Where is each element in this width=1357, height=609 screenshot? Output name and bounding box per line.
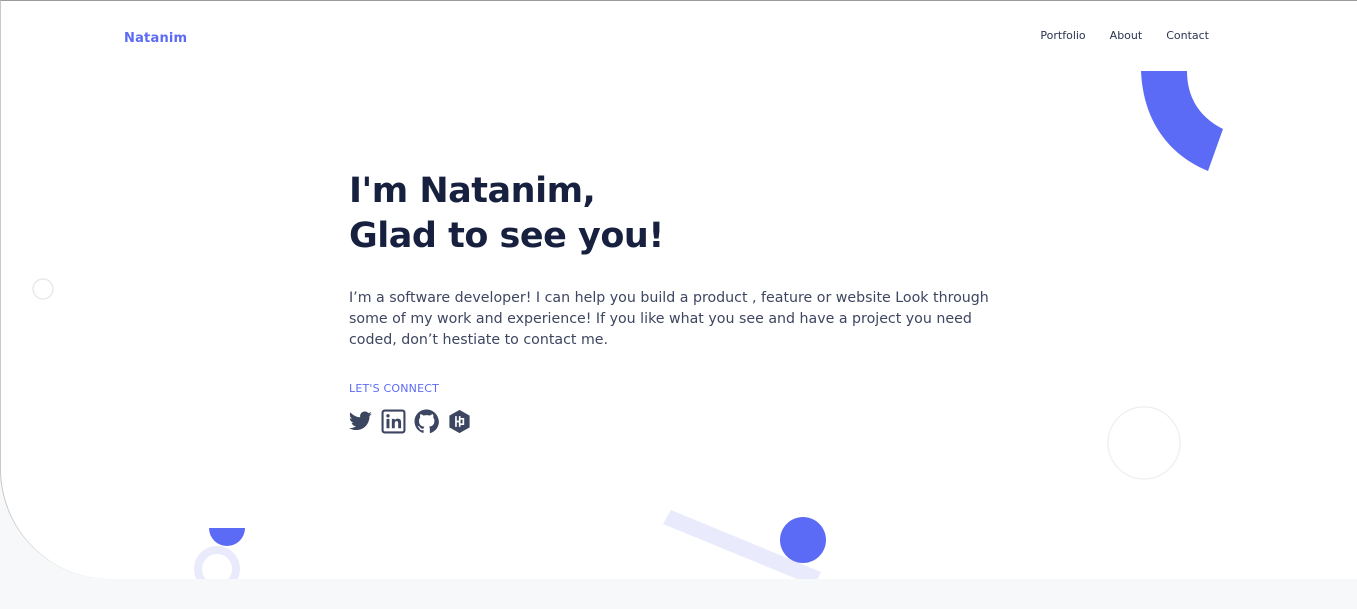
nav-portfolio-link[interactable]: Portfolio (1040, 29, 1085, 42)
social-links (348, 409, 472, 434)
arc-shape-top-right (1141, 71, 1223, 171)
hashnode-icon (449, 409, 470, 434)
hero-section: Natanim Portfolio About Contact I'm Nata… (0, 0, 1357, 579)
connect-label: LET'S CONNECT (349, 382, 440, 395)
headline-line-2: Glad to see you! (349, 216, 664, 256)
linkedin-link[interactable] (381, 409, 406, 434)
dot-shape (780, 517, 826, 563)
nav-contact-link[interactable]: Contact (1166, 29, 1209, 42)
hashnode-link[interactable] (447, 409, 472, 434)
hero-intro: I’m a software developer! I can help you… (349, 290, 989, 348)
twitter-link[interactable] (348, 409, 373, 434)
github-icon (414, 409, 439, 433)
light-ring-shape (194, 546, 240, 579)
hero-headline: I'm Natanim, Glad to see you! (349, 169, 664, 259)
github-link[interactable] (414, 409, 439, 434)
brand-logo[interactable]: Natanim (124, 31, 187, 46)
ring-shape-right (1107, 406, 1181, 480)
headline-line-1: I'm Natanim, (349, 171, 596, 211)
ring-shape-left (32, 278, 54, 300)
nav-about-link[interactable]: About (1110, 29, 1143, 42)
top-nav: Portfolio About Contact (1040, 29, 1209, 42)
linkedin-icon (381, 409, 406, 434)
twitter-icon (348, 411, 372, 431)
